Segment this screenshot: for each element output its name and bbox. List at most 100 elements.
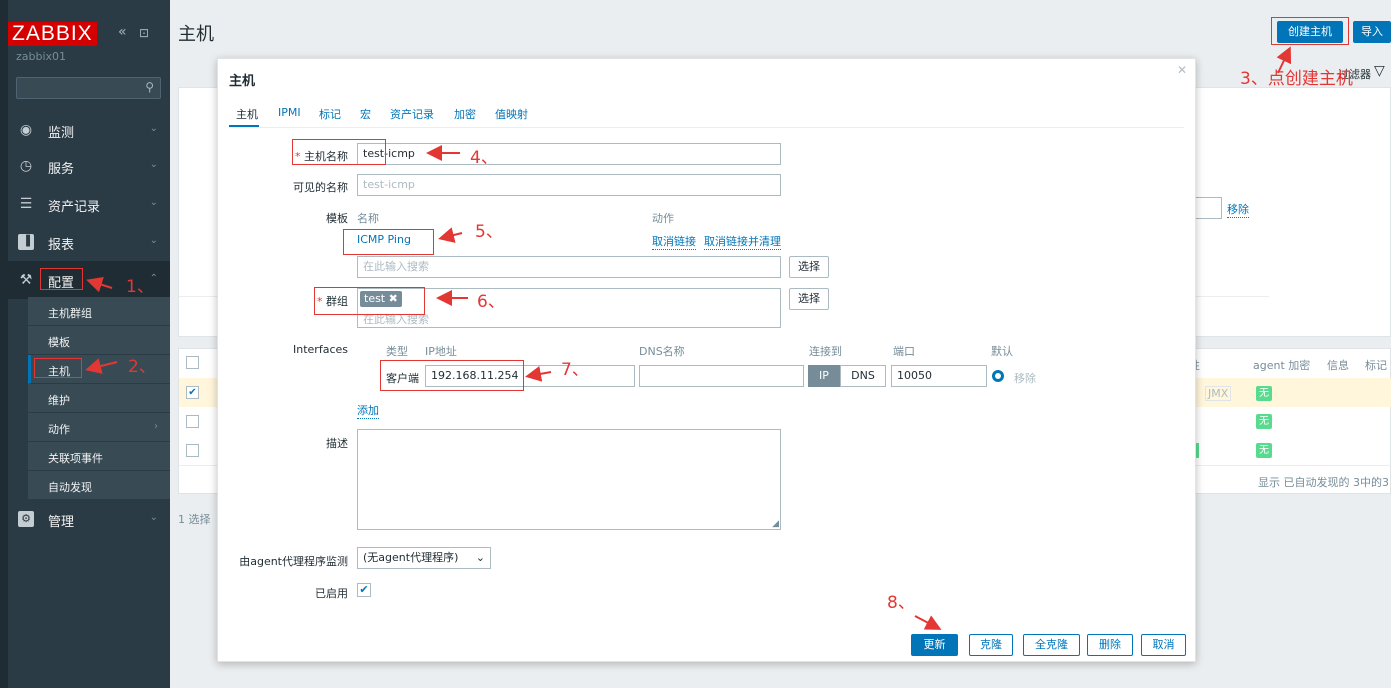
if-ip-input[interactable]: 192.168.11.254 bbox=[425, 365, 635, 387]
server-name: zabbix01 bbox=[16, 50, 67, 63]
zabbix-logo[interactable]: ZABBIX bbox=[8, 22, 97, 46]
annotation-step-5: 5、 bbox=[475, 222, 503, 242]
row-checkbox[interactable] bbox=[186, 415, 199, 428]
tab-value-mapping[interactable]: 值映射 bbox=[495, 106, 528, 122]
submenu-label: 关联项事件 bbox=[48, 452, 103, 465]
visible-name-label: 可见的名称 bbox=[293, 181, 348, 194]
clone-button[interactable]: 克隆 bbox=[969, 634, 1013, 656]
submenu-label: 模板 bbox=[48, 336, 70, 349]
submenu-host-groups[interactable]: 主机群组 bbox=[28, 297, 170, 326]
if-dns-input[interactable] bbox=[639, 365, 804, 387]
delete-button[interactable]: 删除 bbox=[1087, 634, 1133, 656]
selected-count: 1 选择 bbox=[178, 513, 211, 526]
host-name-label: * 主机名称 bbox=[295, 150, 348, 163]
if-col-type: 类型 bbox=[386, 345, 408, 358]
menu-inventory[interactable]: ☰ 资产记录 ⌄ bbox=[8, 185, 170, 223]
dialog-title: 主机 bbox=[229, 74, 256, 89]
page-title: 主机 bbox=[178, 24, 214, 45]
submenu-templates[interactable]: 模板 bbox=[28, 326, 170, 355]
tab-encryption[interactable]: 加密 bbox=[454, 106, 476, 122]
tab-inventory[interactable]: 资产记录 bbox=[390, 106, 434, 122]
chevron-down-icon: ⌄ bbox=[149, 512, 158, 523]
collapse-sidebar-icon[interactable]: « bbox=[118, 24, 127, 40]
group-select-button[interactable]: 选择 bbox=[789, 288, 829, 310]
close-icon[interactable]: ✕ bbox=[1177, 63, 1187, 77]
submenu-discovery[interactable]: 自动发现 bbox=[28, 471, 170, 500]
if-col-connect: 连接到 bbox=[809, 345, 842, 358]
unlink-link[interactable]: 取消链接 bbox=[652, 233, 696, 250]
enabled-label: 已启用 bbox=[315, 587, 348, 600]
if-type-agent: 客户端 bbox=[386, 372, 419, 385]
submenu-label: 自动发现 bbox=[48, 481, 92, 494]
gear-icon: ⚙ bbox=[18, 511, 34, 527]
full-clone-button[interactable]: 全克隆 bbox=[1023, 634, 1080, 656]
resize-handle-icon[interactable]: ◢ bbox=[772, 519, 779, 529]
row-checkbox[interactable]: ✔ bbox=[186, 386, 199, 399]
default-interface-radio[interactable] bbox=[992, 370, 1004, 382]
menu-administration[interactable]: ⚙ 管理 ⌄ bbox=[8, 500, 170, 538]
connect-dns-toggle[interactable]: DNS bbox=[840, 365, 886, 387]
import-button[interactable]: 导入 bbox=[1353, 21, 1391, 43]
col-tags: 标记 bbox=[1365, 359, 1387, 372]
annotation-step-6: 6、 bbox=[477, 292, 505, 312]
host-name-input[interactable]: test-icmp bbox=[357, 143, 781, 165]
groups-multiselect[interactable]: test ✖ 在此输入搜索 bbox=[357, 288, 781, 328]
tab-tags[interactable]: 标记 bbox=[319, 106, 341, 122]
menu-services[interactable]: ◷ 服务 ⌄ bbox=[8, 147, 170, 185]
templates-col-name: 名称 bbox=[357, 212, 379, 225]
chevron-down-icon: ⌄ bbox=[149, 123, 158, 134]
filter-input-fragment[interactable] bbox=[1194, 197, 1222, 219]
host-edit-dialog: 主机 ✕ 主机 IPMI 标记 宏 资产记录 加密 值映射 * 主机名称 tes… bbox=[217, 58, 1196, 662]
proxy-select-value: (无agent代理程序) bbox=[363, 551, 459, 564]
template-search-input[interactable]: 在此输入搜索 bbox=[357, 256, 781, 278]
chevron-down-icon: ⌄ bbox=[149, 235, 158, 246]
menu-label: 配置 bbox=[48, 276, 75, 291]
filter-remove-link[interactable]: 移除 bbox=[1227, 201, 1249, 218]
proxy-select[interactable]: (无agent代理程序) ⌄ bbox=[357, 547, 491, 569]
if-col-default: 默认 bbox=[991, 345, 1013, 358]
encryption-none-badge: 无 bbox=[1256, 386, 1272, 401]
description-textarea[interactable]: ◢ bbox=[357, 429, 781, 530]
template-icmp-ping-link[interactable]: ICMP Ping bbox=[357, 233, 411, 246]
if-col-ip: IP地址 bbox=[425, 345, 457, 358]
col-info: 信息 bbox=[1327, 359, 1349, 372]
connect-ip-toggle[interactable]: IP bbox=[808, 365, 840, 387]
chevron-down-icon: ⌄ bbox=[149, 159, 158, 170]
select-all-checkbox[interactable] bbox=[186, 356, 199, 369]
col-agent-encryption: agent 加密 bbox=[1253, 359, 1311, 372]
submenu-maintenance[interactable]: 维护 bbox=[28, 384, 170, 413]
tab-host[interactable]: 主机 bbox=[236, 106, 258, 122]
group-tag: test ✖ bbox=[360, 291, 402, 307]
annotation-step-2: 2、 bbox=[128, 357, 156, 377]
menu-label: 监测 bbox=[48, 126, 75, 141]
encryption-none-badge: 无 bbox=[1256, 414, 1272, 429]
menu-label: 管理 bbox=[48, 515, 75, 530]
enabled-checkbox[interactable]: ✔ bbox=[357, 583, 371, 597]
if-remove-link[interactable]: 移除 bbox=[1014, 370, 1036, 386]
groups-label: * 群组 bbox=[317, 295, 348, 308]
visible-name-input[interactable]: test-icmp bbox=[357, 174, 781, 196]
row-checkbox[interactable] bbox=[186, 444, 199, 457]
menu-monitoring[interactable]: ◉ 监测 ⌄ bbox=[8, 111, 170, 149]
filter-icon[interactable]: ▽ bbox=[1374, 63, 1385, 79]
submenu-event-correlation[interactable]: 关联项事件 bbox=[28, 442, 170, 471]
tab-macros[interactable]: 宏 bbox=[360, 106, 371, 122]
create-host-button[interactable]: 创建主机 bbox=[1277, 21, 1343, 43]
if-port-input[interactable]: 10050 bbox=[891, 365, 987, 387]
sidebar-search-input[interactable]: ⚲ bbox=[16, 77, 161, 99]
unlink-clear-link[interactable]: 取消链接并清理 bbox=[704, 233, 781, 250]
menu-reports[interactable]: ▐ 报表 ⌄ bbox=[8, 223, 170, 261]
clock-icon: ◷ bbox=[19, 158, 33, 174]
groups-search-placeholder[interactable]: 在此输入搜索 bbox=[363, 311, 429, 327]
template-select-button[interactable]: 选择 bbox=[789, 256, 829, 278]
add-interface-link[interactable]: 添加 bbox=[357, 402, 379, 419]
search-icon[interactable]: ⚲ bbox=[145, 80, 154, 94]
remove-tag-icon[interactable]: ✖ bbox=[389, 292, 398, 305]
chevron-down-icon: ⌄ bbox=[475, 551, 485, 564]
tab-ipmi[interactable]: IPMI bbox=[278, 106, 301, 119]
submenu-actions[interactable]: 动作 › bbox=[28, 413, 170, 442]
annotation-step-3: 3、点创建主机 bbox=[1240, 69, 1353, 89]
update-button[interactable]: 更新 bbox=[911, 634, 958, 656]
cancel-button[interactable]: 取消 bbox=[1141, 634, 1186, 656]
kiosk-mode-icon[interactable]: ⊡ bbox=[139, 26, 149, 40]
